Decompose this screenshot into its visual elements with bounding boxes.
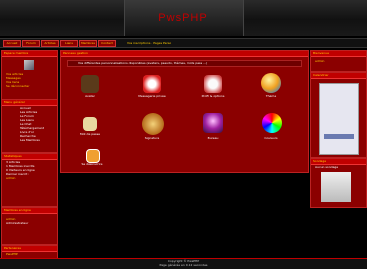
calendar-widget[interactable]: [319, 83, 359, 155]
main-panel: Panneau gestion Vos différentes personna…: [60, 50, 309, 173]
nav-button-forum[interactable]: Forum: [22, 40, 40, 47]
partner-link[interactable]: PwsPHP: [2, 252, 57, 256]
welcome-panel: Bienvenue admin: [310, 50, 367, 72]
poll-image: [321, 172, 351, 202]
main-intro: Vos différentes personnalisations dispon…: [67, 60, 302, 67]
member-panel-title: Espace membre: [2, 51, 57, 57]
menu-item-members[interactable]: Les Membres: [2, 138, 57, 142]
site-logo[interactable]: PwsPHP: [124, 12, 242, 24]
avatar-label[interactable]: Avatar: [67, 95, 113, 98]
welcome-user[interactable]: admin: [311, 59, 366, 63]
nav-button-contact[interactable]: Contact: [98, 40, 116, 47]
header: PwsPHP: [0, 0, 367, 36]
main-panel-title: Panneau gestion: [61, 51, 308, 57]
nav-button-home[interactable]: Accueil: [3, 40, 21, 47]
welcome-panel-title: Bienvenue: [311, 51, 366, 57]
logout-link[interactable]: Se déconnecter: [2, 84, 57, 88]
stats-last-member[interactable]: admin: [2, 176, 57, 180]
theme-label[interactable]: Thème: [248, 95, 294, 98]
messages-label[interactable]: Messagerie privée: [129, 95, 175, 98]
profile-icon[interactable]: [204, 75, 222, 93]
nav-button-articles[interactable]: Articles: [41, 40, 59, 47]
stats-panel: Statistiques 3 Articles 1 Membres inscri…: [1, 153, 58, 207]
delete-label[interactable]: Se désinscrire: [69, 163, 115, 166]
member-panel: Espace membre Vos articles Messages Vos …: [1, 50, 58, 100]
password-icon[interactable]: [83, 117, 97, 131]
online-panel: Membres en ligne admin Administrateur: [1, 207, 58, 245]
nav-button-links[interactable]: Liens: [60, 40, 78, 47]
colors-label[interactable]: Couleurs: [248, 137, 294, 140]
menu-panel: Menu général Accueil Les Articles Le For…: [1, 99, 58, 153]
delete-icon[interactable]: [86, 149, 100, 163]
avatar-icon[interactable]: [81, 75, 99, 93]
avatar: [24, 60, 34, 70]
messages-icon[interactable]: [143, 75, 161, 93]
footer-generated: Page générée en 0.12 secondes: [159, 263, 208, 267]
footer: Copyright © PwsPHP Page générée en 0.12 …: [0, 258, 367, 269]
partners-panel: Partenaires PwsPHP: [1, 245, 58, 259]
calendar-bar: [324, 134, 354, 139]
nav-link-text[interactable]: Vos inscriptions · Pages Perso: [127, 41, 171, 45]
theme-icon[interactable]: [261, 73, 281, 93]
poll-panel: Sondage Aucun sondage: [310, 158, 367, 208]
nav-button-members[interactable]: Membres: [79, 40, 97, 47]
signature-icon[interactable]: [142, 113, 164, 135]
desktop-icon[interactable]: [203, 113, 223, 133]
desktop-label[interactable]: Bureau: [190, 137, 236, 140]
profile-label[interactable]: Profil & options: [190, 95, 236, 98]
online-user-role: Administrateur: [6, 221, 29, 225]
colors-icon[interactable]: [262, 113, 282, 133]
poll-text: Aucun sondage: [315, 165, 339, 169]
signature-label[interactable]: Signature: [129, 137, 175, 140]
calendar-panel: Calendrier: [310, 72, 367, 158]
calendar-panel-title: Calendrier: [311, 73, 366, 79]
online-panel-title: Membres en ligne: [2, 208, 57, 214]
nav-bar: Accueil Forum Articles Liens Membres Con…: [0, 38, 367, 48]
password-label[interactable]: Mot de passe: [67, 133, 113, 136]
